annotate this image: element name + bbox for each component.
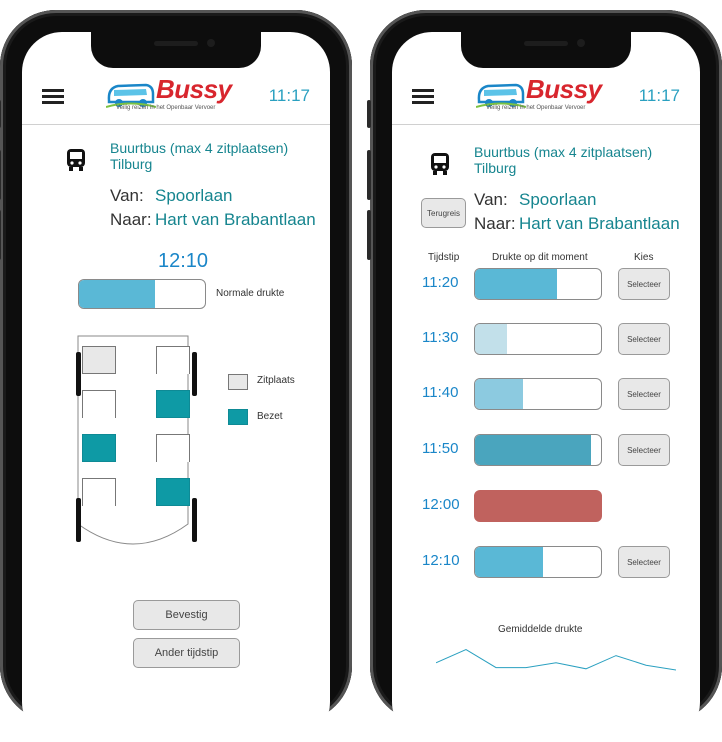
logo-tagline: Veilig reizen in het Openbaar Vervoer — [116, 105, 216, 111]
average-crowd-label: Gemiddelde drukte — [498, 624, 583, 635]
column-header-choose: Kies — [634, 252, 654, 263]
to-value: Hart van Brabantlaan — [155, 210, 316, 229]
timeslot-crowd-bar — [474, 434, 602, 466]
seat[interactable] — [82, 346, 116, 374]
crowd-bar — [78, 279, 206, 309]
wheel — [192, 352, 197, 396]
app-header: Bussy Veilig reizen in het Openbaar Verv… — [392, 74, 700, 125]
legend-taken-label: Bezet — [257, 411, 283, 422]
other-time-button[interactable]: Ander tijdstip — [133, 638, 240, 668]
legend-taken-swatch — [228, 409, 248, 425]
to-value: Hart van Brabantlaan — [519, 214, 680, 233]
timeslot-crowd-bar — [474, 323, 602, 355]
to-label: Naar: — [474, 214, 516, 233]
departure-time: 12:10 — [158, 250, 209, 272]
return-trip-button[interactable]: Terugreis — [421, 198, 466, 228]
average-crowd-sparkline — [436, 649, 676, 671]
seat[interactable] — [156, 346, 190, 374]
seat[interactable] — [156, 390, 190, 418]
select-timeslot-button[interactable]: Selecteer — [618, 323, 670, 355]
status-time: 11:17 — [638, 86, 680, 105]
to-label: Naar: — [110, 210, 152, 229]
select-timeslot-button[interactable]: Selecteer — [618, 378, 670, 410]
wheel — [76, 498, 81, 542]
status-time: 11:17 — [268, 86, 310, 105]
legend-free-swatch — [228, 374, 248, 390]
from-value: Spoorlaan — [155, 186, 233, 205]
seat[interactable] — [82, 390, 116, 418]
timeslot-crowd-bar — [474, 378, 602, 410]
timeslot-crowd-bar — [474, 490, 602, 522]
wheel — [192, 498, 197, 542]
bus-city: Tilburg — [474, 160, 517, 176]
timeslot-time: 11:40 — [422, 384, 459, 401]
bus-icon — [431, 153, 449, 175]
timeslot-crowd-bar — [474, 546, 602, 578]
crowd-label: Normale drukte — [216, 288, 285, 299]
bus-title: Buurtbus (max 4 zitplaatsen) — [474, 144, 653, 160]
screen-right: Bussy Veilig reizen in het Openbaar Verv… — [392, 32, 700, 742]
hamburger-menu-icon[interactable] — [42, 89, 64, 105]
bussy-logo: Bussy Veilig reizen in het Openbaar Verv… — [106, 74, 232, 120]
seat[interactable] — [82, 478, 116, 506]
from-value: Spoorlaan — [519, 190, 597, 209]
timeslot-time: 11:20 — [422, 274, 459, 291]
seat[interactable] — [82, 434, 116, 462]
seat[interactable] — [156, 478, 190, 506]
logo-tagline: Veilig reizen in het Openbaar Vervoer — [486, 105, 586, 111]
timeslot-time: 12:10 — [422, 552, 460, 569]
screen-left: Bussy Veilig reizen in het Openbaar Verv… — [22, 32, 330, 742]
logo-text: Bussy — [156, 74, 232, 104]
bussy-logo: Bussy Veilig reizen in het Openbaar Verv… — [476, 74, 602, 120]
seat[interactable] — [156, 434, 190, 462]
phone-frame-right: Bussy Veilig reizen in het Openbaar Verv… — [367, 10, 722, 742]
bus-city: Tilburg — [110, 156, 153, 172]
timeslot-time: 12:00 — [422, 496, 460, 513]
logo-text: Bussy — [526, 74, 602, 104]
legend-free-label: Zitplaats — [257, 375, 295, 386]
select-timeslot-button[interactable]: Selecteer — [618, 434, 670, 466]
from-label: Van: — [474, 190, 508, 209]
bus-title: Buurtbus (max 4 zitplaatsen) — [110, 140, 289, 156]
column-header-time: Tijdstip — [428, 252, 460, 263]
wheel — [76, 352, 81, 396]
phone-frame-left: Bussy Veilig reizen in het Openbaar Verv… — [0, 10, 352, 742]
bus-icon — [67, 149, 85, 171]
select-timeslot-button[interactable]: Selecteer — [618, 546, 670, 578]
app-header: Bussy Veilig reizen in het Openbaar Verv… — [22, 74, 330, 125]
timeslot-crowd-bar — [474, 268, 602, 300]
select-timeslot-button[interactable]: Selecteer — [618, 268, 670, 300]
column-header-crowd: Drukte op dit moment — [492, 252, 588, 263]
from-label: Van: — [110, 186, 144, 205]
timeslot-time: 11:50 — [422, 440, 459, 457]
hamburger-menu-icon[interactable] — [412, 89, 434, 105]
timeslot-time: 11:30 — [422, 329, 459, 346]
confirm-button[interactable]: Bevestig — [133, 600, 240, 630]
